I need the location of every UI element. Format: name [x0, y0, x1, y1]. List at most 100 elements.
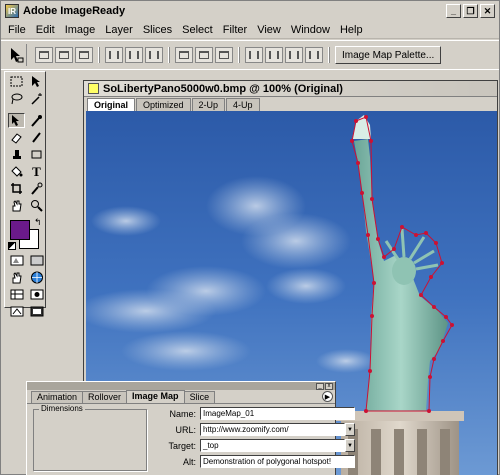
jump-to-photoshop-icon[interactable] — [8, 304, 25, 319]
align-group — [35, 47, 99, 63]
slice-select-tool-icon[interactable] — [8, 113, 25, 128]
arrange-group — [245, 47, 329, 63]
palette-minimize-icon[interactable]: _ — [316, 382, 324, 390]
align-left-icon[interactable] — [105, 47, 123, 63]
distribute-bottom-icon[interactable] — [215, 47, 233, 63]
rectangle-tool-icon[interactable] — [28, 147, 45, 162]
stamp-tool-icon[interactable] — [8, 147, 25, 162]
menu-image[interactable]: Image — [60, 24, 101, 36]
window-controls: _ ❐ ✕ — [446, 4, 495, 18]
rollover-preview-icon[interactable] — [8, 270, 25, 285]
menu-filter[interactable]: Filter — [218, 24, 252, 36]
align-right-icon[interactable] — [145, 47, 163, 63]
marquee-tool-icon[interactable] — [8, 74, 25, 89]
foreground-color-swatch[interactable] — [10, 220, 30, 240]
bring-front-icon[interactable] — [245, 47, 263, 63]
menu-help[interactable]: Help — [335, 24, 368, 36]
menu-slices[interactable]: Slices — [138, 24, 177, 36]
send-backward-icon[interactable] — [285, 47, 303, 63]
url-dropdown-icon[interactable]: ▼ — [345, 423, 355, 436]
eyedropper-tool-icon[interactable] — [28, 113, 45, 128]
url-field[interactable]: http://www.zoomify.com/ — [200, 423, 345, 436]
document-title: SoLibertyPano5000w0.bmp @ 100% (Original… — [103, 82, 343, 95]
eraser-tool-icon[interactable] — [8, 130, 25, 145]
toggle-slices-icon[interactable] — [8, 287, 25, 302]
fullscreen-mode-icon[interactable] — [28, 304, 45, 319]
tab-rollover[interactable]: Rollover — [82, 391, 128, 403]
app-title: Adobe ImageReady — [23, 5, 126, 17]
tab-4-up[interactable]: 4-Up — [226, 98, 260, 111]
color-picker-tool-icon[interactable] — [28, 181, 45, 196]
document-title-bar[interactable]: SoLibertyPano5000w0.bmp @ 100% (Original… — [84, 81, 497, 97]
align-center-icon[interactable] — [125, 47, 143, 63]
options-bar: Image Map Palette... — [1, 40, 499, 70]
align-middle-icon[interactable] — [55, 47, 73, 63]
name-row: Name: ImageMap_01 — [155, 407, 355, 420]
align-h-group — [105, 47, 169, 63]
menu-layer[interactable]: Layer — [100, 24, 138, 36]
imageready-logo-icon: IR — [5, 4, 19, 18]
magic-wand-tool-icon[interactable] — [28, 91, 45, 106]
align-bottom-icon[interactable] — [75, 47, 93, 63]
menu-view[interactable]: View — [252, 24, 286, 36]
default-colors-icon[interactable] — [8, 242, 16, 250]
tab-optimized[interactable]: Optimized — [136, 98, 191, 111]
url-row: URL: http://www.zoomify.com/ ▼ — [155, 423, 355, 436]
tab-animation[interactable]: Animation — [31, 391, 84, 403]
menu-edit[interactable]: Edit — [31, 24, 60, 36]
name-field[interactable]: ImageMap_01 — [200, 407, 355, 420]
image-map-visibility-icon[interactable] — [8, 253, 25, 268]
preview-in-browser-icon[interactable] — [28, 270, 45, 285]
palette-menu-arrow-icon[interactable]: ▶ — [322, 391, 333, 402]
restore-icon[interactable]: ❐ — [463, 4, 478, 18]
align-top-icon[interactable] — [35, 47, 53, 63]
image-map-select-tool-icon[interactable] — [5, 44, 27, 66]
document-tabs: Original Optimized 2-Up 4-Up — [84, 97, 497, 111]
hand-tool-icon[interactable] — [8, 198, 25, 213]
app-window: IR Adobe ImageReady _ ❐ ✕ File Edit Imag… — [0, 0, 500, 475]
bring-forward-icon[interactable] — [265, 47, 283, 63]
tab-original[interactable]: Original — [87, 98, 136, 111]
alt-row: Alt: Demonstration of polygonal hotspot! — [155, 455, 355, 468]
image-map-palette: _ x Animation Rollover Image Map Slice ▶… — [26, 381, 355, 475]
menu-window[interactable]: Window — [286, 24, 335, 36]
slice-visibility-icon[interactable] — [28, 253, 45, 268]
crop-tool-icon[interactable] — [8, 181, 25, 196]
url-label: URL: — [175, 424, 196, 435]
tab-image-map[interactable]: Image Map — [126, 390, 185, 403]
tab-2-up[interactable]: 2-Up — [191, 98, 226, 111]
color-swatches: ↰ — [7, 217, 43, 251]
alt-label: Alt: — [182, 456, 196, 467]
distribute-middle-icon[interactable] — [195, 47, 213, 63]
lasso-tool-icon[interactable] — [8, 91, 25, 106]
distribute-top-icon[interactable] — [175, 47, 193, 63]
paint-bucket-tool-icon[interactable] — [8, 164, 25, 179]
swap-colors-icon[interactable]: ↰ — [34, 217, 42, 228]
distribute-group — [175, 47, 239, 63]
tab-slice[interactable]: Slice — [183, 391, 216, 403]
target-combo: _top ▼ — [200, 439, 355, 452]
target-field[interactable]: _top — [200, 439, 345, 452]
target-label: Target: — [168, 440, 196, 451]
menu-bar: File Edit Image Layer Slices Select Filt… — [1, 21, 499, 39]
name-label: Name: — [169, 408, 196, 419]
image-map-palette-button[interactable]: Image Map Palette... — [335, 46, 442, 64]
palette-close-icon[interactable]: x — [325, 382, 333, 390]
palette-drag-bar[interactable]: _ x — [27, 382, 335, 390]
close-icon[interactable]: ✕ — [480, 4, 495, 18]
menu-select[interactable]: Select — [177, 24, 218, 36]
url-combo: http://www.zoomify.com/ ▼ — [200, 423, 355, 436]
target-dropdown-icon[interactable]: ▼ — [345, 439, 355, 452]
brush-tool-icon[interactable] — [28, 130, 45, 145]
toolbox: T ↰ — [4, 71, 46, 317]
move-tool-icon[interactable] — [28, 74, 45, 89]
target-row: Target: _top ▼ — [155, 439, 355, 452]
toggle-image-maps-icon[interactable] — [28, 287, 45, 302]
alt-field[interactable]: Demonstration of polygonal hotspot! — [200, 455, 355, 468]
minimize-icon[interactable]: _ — [446, 4, 461, 18]
document-icon — [88, 83, 99, 94]
zoom-tool-icon[interactable] — [28, 198, 45, 213]
send-back-icon[interactable] — [305, 47, 323, 63]
menu-file[interactable]: File — [3, 24, 31, 36]
type-tool-icon[interactable]: T — [28, 164, 45, 179]
